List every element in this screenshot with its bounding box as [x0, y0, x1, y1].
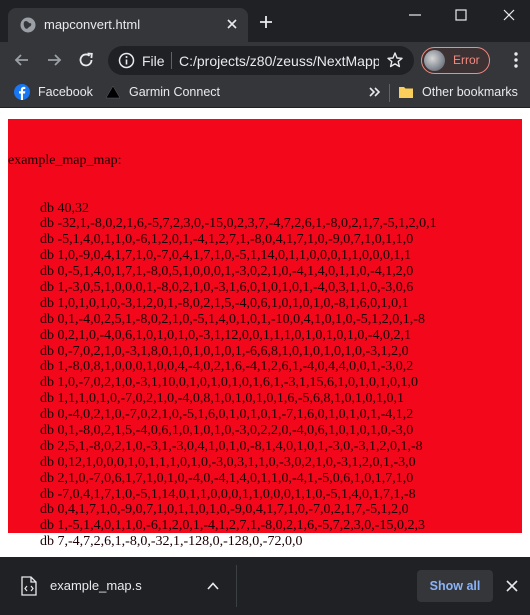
globe-icon [20, 17, 36, 33]
forward-arrow-icon[interactable] [44, 50, 64, 70]
map-data-lines: db 40,32 db -32,1,-8,0,2,1,6,-5,7,2,3,0,-… [8, 201, 522, 551]
map-data-line: db 0,-7,0,2,1,0,-3,1,8,0,1,0,1,0,1,0,1,-… [40, 343, 409, 359]
minimize-icon[interactable] [406, 6, 424, 24]
kebab-menu-icon[interactable] [506, 50, 526, 70]
download-shelf: example_map.s Show all [0, 557, 530, 615]
bookmarks-divider [389, 84, 390, 102]
map-data-line: db 0,-5,1,4,0,1,7,1,-8,0,5,1,0,0,0,1,-3,… [40, 264, 414, 280]
shelf-divider [236, 565, 237, 607]
window-close-icon[interactable] [500, 6, 518, 24]
map-data-line: db 0,1,-4,0,2,5,1,-8,0,2,1,0,-5,1,4,0,1,… [40, 311, 425, 327]
tab-mapconvert[interactable]: mapconvert.html [8, 8, 248, 42]
other-bookmarks-label: Other bookmarks [422, 85, 518, 99]
bookmarks-bar: Facebook Garmin Connect Other bookmarks [0, 78, 530, 108]
download-file-name[interactable]: example_map.s [50, 578, 142, 593]
page-content: example_map_map: db 40,32 db -32,1,-8,0,2… [0, 109, 530, 557]
map-data-line: db 1,1,1,0,1,0,-7,0,2,1,0,-4,0,8,1,0,1,0… [40, 391, 404, 407]
bookmark-label: Garmin Connect [129, 85, 221, 99]
map-data-line: db 40,32 [40, 200, 89, 216]
url-text[interactable]: C:/projects/z80/zeuss/NextMapper/mapconv… [179, 53, 379, 69]
garmin-icon [105, 85, 121, 99]
map-data-line: db 0,1,-8,0,2,1,5,-4,0,6,1,0,1,0,1,0,-3,… [40, 422, 414, 438]
bookmark-label: Facebook [38, 85, 93, 99]
caret-up-icon[interactable] [206, 579, 220, 593]
map-source-text: example_map_map: db 40,32 db -32,1,-8,0,2… [8, 121, 522, 582]
show-all-button[interactable]: Show all [417, 570, 493, 602]
close-icon[interactable] [504, 578, 520, 594]
map-data-line: db 1,-8,0,8,1,0,0,0,1,0,0,4,-4,0,2,1,6,-… [40, 359, 414, 375]
map-data-line: db 2,5,1,-8,0,2,1,0,-3,1,-3,0,4,1,0,1,0,… [40, 438, 423, 454]
map-data-line: db 1,0,-7,0,2,1,0,-3,1,10,0,1,0,1,0,1,0,… [40, 375, 418, 391]
map-data-line: db 0,4,1,7,1,0,-9,0,7,1,0,1,1,0,1,0,-9,0… [40, 502, 409, 518]
url-scheme-label: File [142, 53, 165, 69]
map-data-line: db 2,1,0,-7,0,6,1,7,1,0,1,0,-4,0,-4,1,4,… [40, 470, 414, 486]
map-data-line: db -7,0,4,1,7,1,0,-5,1,14,0,1,1,0,0,0,1,… [40, 486, 416, 502]
plus-icon[interactable] [258, 14, 274, 30]
file-code-icon [21, 576, 37, 596]
close-icon[interactable] [224, 16, 240, 32]
info-icon[interactable] [118, 52, 135, 69]
map-data-line: db -5,1,4,0,1,1,0,-6,1,2,0,1,-4,1,2,7,1,… [40, 232, 414, 248]
folder-icon [399, 87, 413, 98]
browser-toolbar: File C:/projects/z80/zeuss/NextMapper/ma… [0, 42, 530, 78]
reload-icon[interactable] [76, 50, 96, 70]
map-label: example_map_map: [8, 152, 122, 168]
back-arrow-icon[interactable] [12, 50, 32, 70]
map-data-line: db 0,12,1,0,0,0,1,0,1,1,1,0,1,0,-3,0,3,1… [40, 454, 416, 470]
other-bookmarks[interactable]: Other bookmarks [398, 84, 522, 102]
profile-status-label: Error [453, 53, 480, 67]
profile-error-button[interactable]: Error [421, 47, 490, 74]
star-icon[interactable] [386, 51, 404, 69]
map-data-line: db 1,-3,0,5,1,0,0,0,1,-8,0,2,1,0,-3,1,6,… [40, 279, 414, 295]
avatar [424, 50, 445, 71]
tab-title: mapconvert.html [44, 17, 141, 32]
map-data-line: db 0,2,1,0,-4,0,6,1,0,1,0,1,0,-3,1,12,0,… [40, 327, 411, 343]
address-bar[interactable]: File C:/projects/z80/zeuss/NextMapper/ma… [108, 46, 414, 75]
map-data-line: db 1,-5,1,4,0,1,1,0,-6,1,2,0,1,-4,1,2,7,… [40, 518, 425, 534]
map-data-line: db 1,0,-9,0,4,1,7,1,0,-7,0,4,1,7,1,0,-5,… [40, 248, 411, 264]
map-data-line: db 0,-4,0,2,1,0,-7,0,2,1,0,-5,1,6,0,1,0,… [40, 407, 414, 423]
map-output-block: example_map_map: db 40,32 db -32,1,-8,0,2… [8, 119, 522, 549]
address-divider [171, 52, 172, 69]
bookmark-garmin-connect[interactable]: Garmin Connect [105, 84, 225, 102]
map-data-line: db 1,0,1,0,1,0,-3,1,2,0,1,-8,0,2,1,5,-4,… [40, 295, 409, 311]
chevron-double-right-icon[interactable] [368, 84, 382, 100]
maximize-icon[interactable] [452, 6, 470, 24]
bookmark-facebook[interactable]: Facebook [14, 84, 94, 102]
tab-strip: mapconvert.html [0, 0, 530, 42]
map-data-line: db -32,1,-8,0,2,1,6,-5,7,2,3,0,-15,0,2,3… [40, 216, 437, 232]
facebook-icon [14, 84, 30, 100]
map-data-line: db 7,-4,7,2,6,1,-8,0,-32,1,-128,0,-128,0… [40, 534, 303, 550]
